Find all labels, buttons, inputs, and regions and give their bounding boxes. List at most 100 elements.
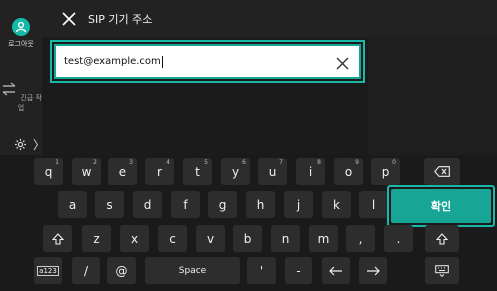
sidebar: 로그아웃 긴급 작업 〉 <box>0 0 45 155</box>
key-f[interactable]: f <box>171 191 200 218</box>
key-t[interactable]: t5 <box>183 158 212 185</box>
key-m[interactable]: m <box>309 225 338 252</box>
key-label: c <box>169 231 176 246</box>
key-u[interactable]: u7 <box>258 158 287 185</box>
key-v[interactable]: v <box>196 225 225 252</box>
key-number-hint: 2 <box>93 159 97 166</box>
key-x[interactable]: x <box>120 225 149 252</box>
space-key[interactable]: Space <box>145 257 240 284</box>
key-j[interactable]: j <box>284 191 313 218</box>
key-label: o <box>344 164 353 179</box>
sip-address-input[interactable]: test@example.com <box>54 44 361 79</box>
text-caret <box>161 55 163 68</box>
arrow-right-icon <box>367 266 380 275</box>
space-label: Space <box>178 265 207 276</box>
backspace-icon <box>434 166 450 177</box>
input-value: test@example.com <box>64 56 161 67</box>
key-label: , <box>358 231 363 246</box>
logout-button[interactable]: 로그아웃 <box>0 18 42 49</box>
hide-keyboard-key[interactable] <box>425 257 459 284</box>
logout-icon <box>12 18 30 36</box>
logout-label: 로그아웃 <box>8 40 34 48</box>
shift-icon <box>436 232 448 245</box>
cursor-left-key[interactable] <box>322 257 350 284</box>
key-label: s <box>106 197 113 212</box>
key-number-hint: 6 <box>242 159 246 166</box>
quote-key[interactable]: ' <box>247 257 276 284</box>
key-number-hint: 9 <box>355 159 359 166</box>
key-h[interactable]: h <box>246 191 275 218</box>
key-period[interactable]: . <box>384 225 413 252</box>
quick-job-label: 긴급 작업 <box>17 94 42 112</box>
key-number-hint: 7 <box>279 159 283 166</box>
shift-key-left[interactable] <box>43 225 72 252</box>
key-b[interactable]: b <box>233 225 262 252</box>
clear-icon <box>336 57 348 69</box>
key-o[interactable]: o9 <box>334 158 363 185</box>
key-comma[interactable]: , <box>346 225 375 252</box>
right-panel <box>368 37 497 155</box>
key-z[interactable]: z <box>82 225 111 252</box>
slash-label: / <box>83 263 89 278</box>
key-label: j <box>296 197 301 212</box>
key-number-hint: 0 <box>392 159 396 166</box>
key-k[interactable]: k <box>322 191 351 218</box>
key-label: n <box>281 231 290 246</box>
settings-button[interactable]: 〉 <box>14 136 45 153</box>
key-p[interactable]: p0 <box>371 158 400 185</box>
chevron-right-icon: 〉 <box>33 138 46 152</box>
key-y[interactable]: y6 <box>221 158 250 185</box>
key-r[interactable]: r4 <box>145 158 174 185</box>
key-label: w <box>81 164 92 179</box>
key-label: l <box>371 197 376 212</box>
key-label: r <box>157 164 162 179</box>
key-label: g <box>218 197 227 212</box>
key-n[interactable]: n <box>271 225 300 252</box>
confirm-frame: 확인 <box>387 185 495 227</box>
key-number-hint: 8 <box>317 159 321 166</box>
slash-key[interactable]: / <box>72 257 100 284</box>
address-input-frame: test@example.com <box>50 40 365 83</box>
key-label: h <box>256 197 265 212</box>
key-label: z <box>93 231 100 246</box>
key-number-hint: 1 <box>55 159 59 166</box>
cursor-right-key[interactable] <box>359 257 387 284</box>
at-key[interactable]: @ <box>107 257 136 284</box>
key-d[interactable]: d <box>133 191 162 218</box>
key-label: f <box>183 197 188 212</box>
keyboard-hide-icon <box>435 264 449 277</box>
swap-icon <box>2 82 16 96</box>
mode-switch-key[interactable]: a123 <box>34 257 62 284</box>
key-label: v <box>206 231 215 246</box>
key-label: i <box>308 164 313 179</box>
clear-input-button[interactable] <box>331 52 353 74</box>
close-icon <box>62 11 76 26</box>
shift-key-right[interactable] <box>425 225 459 252</box>
quote-label: ' <box>259 263 264 278</box>
key-label: d <box>143 197 152 212</box>
key-label: m <box>317 231 330 246</box>
dash-key[interactable]: - <box>285 257 312 284</box>
key-q[interactable]: q1 <box>34 158 63 185</box>
key-i[interactable]: i8 <box>296 158 325 185</box>
key-c[interactable]: c <box>158 225 187 252</box>
key-g[interactable]: g <box>208 191 237 218</box>
key-label: y <box>231 164 240 179</box>
arrow-left-icon <box>329 266 342 275</box>
key-a[interactable]: a <box>58 191 87 218</box>
close-button[interactable] <box>56 6 82 32</box>
gear-icon <box>14 138 27 151</box>
screen: 로그아웃 긴급 작업 〉 SIP 기기 주소 test@example.com <box>0 0 497 291</box>
header: SIP 기기 주소 <box>42 0 497 37</box>
backspace-key[interactable] <box>424 158 460 185</box>
key-label: t <box>195 164 200 179</box>
page-title: SIP 기기 주소 <box>88 12 153 26</box>
key-l[interactable]: l <box>359 191 388 218</box>
confirm-button[interactable]: 확인 <box>391 189 491 223</box>
quick-job-button[interactable]: 긴급 작업 <box>0 82 42 113</box>
key-number-hint: 4 <box>166 159 170 166</box>
key-w[interactable]: w2 <box>72 158 101 185</box>
key-s[interactable]: s <box>95 191 124 218</box>
key-e[interactable]: e3 <box>108 158 137 185</box>
key-label: b <box>243 231 252 246</box>
